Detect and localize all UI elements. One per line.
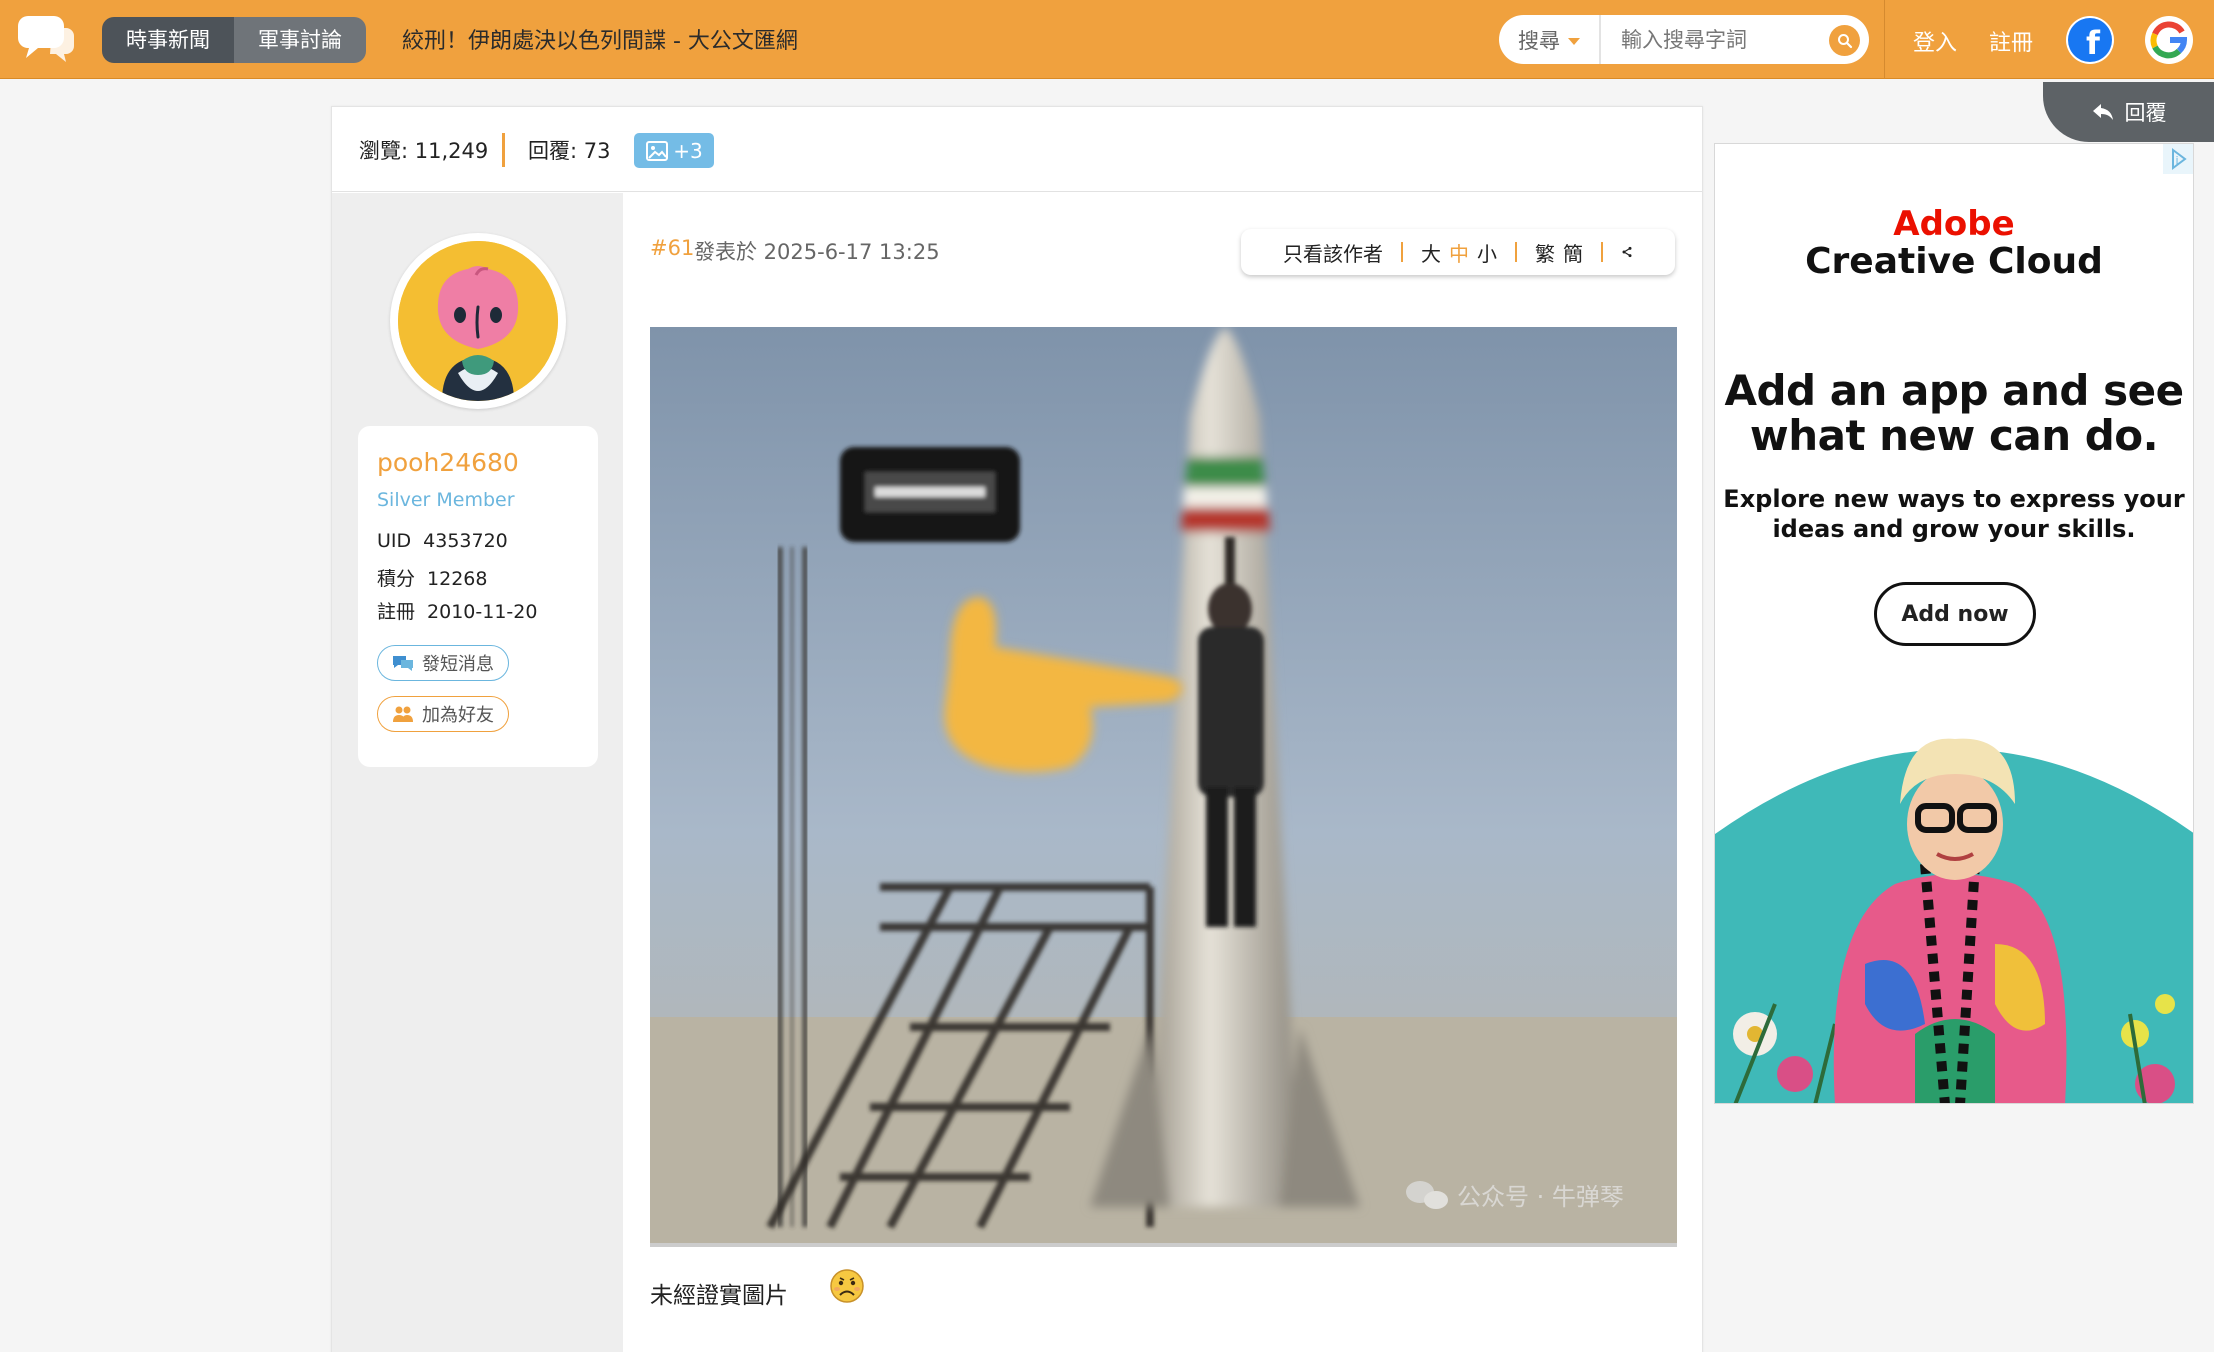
author-uid: UID 4353720 xyxy=(377,530,508,552)
image-icon xyxy=(646,140,669,161)
replies-stat: 回覆: 73 xyxy=(528,135,611,165)
reply-arrow-icon xyxy=(2092,104,2113,120)
traditional-chinese-button[interactable]: 繁 xyxy=(1531,238,1559,267)
views-stat: 瀏覽: 11,249 xyxy=(359,135,488,165)
google-icon xyxy=(2150,21,2188,59)
thread-card: 瀏覽: 11,249 回覆: 73 +3 pooh24680 Silver Me… xyxy=(331,106,1703,1352)
reply-label: 回覆 xyxy=(2124,101,2167,125)
author-points: 積分 12268 xyxy=(377,564,487,591)
post-body: #61 發表於 2025-6-17 13:25 只看該作者 大 中 小 繁 簡 xyxy=(623,193,1704,1352)
tab-military-discussion[interactable]: 軍事討論 xyxy=(234,17,366,63)
divider xyxy=(502,133,505,167)
message-icon xyxy=(393,656,413,671)
adchoices-icon[interactable]: i xyxy=(2163,144,2193,174)
post-number[interactable]: #61 xyxy=(650,236,694,260)
register-link[interactable]: 註冊 xyxy=(1989,25,2033,57)
uid-value: 4353720 xyxy=(423,530,508,552)
avatar[interactable] xyxy=(390,233,566,409)
replies-count: 73 xyxy=(583,139,611,163)
facebook-login-button[interactable]: f xyxy=(2066,16,2114,64)
views-label: 瀏覽: xyxy=(359,139,409,163)
post-toolbar: 只看該作者 大 中 小 繁 簡 xyxy=(1241,229,1675,275)
facebook-letter: f xyxy=(2086,24,2101,62)
send-message-button[interactable]: 發短消息 xyxy=(377,645,509,681)
post-date: 發表於 2025-6-17 13:25 xyxy=(694,240,940,264)
google-login-button[interactable] xyxy=(2145,16,2193,64)
thread-stats-bar: 瀏覽: 11,249 回覆: 73 +3 xyxy=(332,107,1702,192)
worried-face-emoji-icon xyxy=(830,1269,864,1303)
author-sidebar: pooh24680 Silver Member UID 4353720 積分 122… xyxy=(332,193,623,1352)
registered-value: 2010-11-20 xyxy=(427,601,538,623)
add-friend-label: 加為好友 xyxy=(422,705,494,726)
ad-headline-line2: what new can do. xyxy=(1749,411,2159,460)
font-size-small-button[interactable]: 小 xyxy=(1473,238,1501,267)
registered-label: 註冊 xyxy=(377,601,416,623)
share-icon[interactable] xyxy=(1617,242,1637,262)
divider xyxy=(1515,242,1517,262)
search-box: 搜尋 xyxy=(1499,15,1869,64)
divider xyxy=(1884,0,1885,79)
ad-body-line1: Explore new ways to express your xyxy=(1723,485,2185,513)
ad-product-name: Creative Cloud xyxy=(1805,241,2103,282)
author-profile-card: pooh24680 Silver Member UID 4353720 積分 122… xyxy=(358,426,598,767)
image-count-badge[interactable]: +3 xyxy=(634,133,714,168)
search-icon xyxy=(1837,33,1852,48)
image-count: +3 xyxy=(673,138,703,163)
simplified-chinese-button[interactable]: 簡 xyxy=(1559,238,1587,267)
search-scope-dropdown[interactable]: 搜尋 xyxy=(1499,15,1601,64)
chevron-down-icon xyxy=(1568,37,1580,45)
author-rank: Silver Member xyxy=(377,489,515,511)
send-message-label: 發短消息 xyxy=(422,654,494,675)
search-input[interactable] xyxy=(1621,27,1821,52)
views-count: 11,249 xyxy=(414,139,489,163)
ad-body-line2: ideas and grow your skills. xyxy=(1772,515,2136,543)
peach-character-icon xyxy=(398,241,558,401)
top-bar: 時事新聞 軍事討論 絞刑！伊朗處決以色列間諜 - 大公文匯網 搜尋 登入 註冊 … xyxy=(0,0,2214,79)
ad-cta-button[interactable]: Add now xyxy=(1874,582,2036,646)
svg-text:i: i xyxy=(2175,154,2178,167)
search-scope-label: 搜尋 xyxy=(1518,28,1560,53)
ad-headline-line1: Add an app and see xyxy=(1724,366,2184,415)
uid-label: UID xyxy=(377,530,412,552)
divider xyxy=(1401,242,1403,262)
font-size-medium-button[interactable]: 中 xyxy=(1445,238,1473,267)
users-icon xyxy=(393,706,413,722)
replies-label: 回覆: xyxy=(528,139,578,163)
post-caption: 未經證實圖片 xyxy=(650,1283,788,1309)
author-name[interactable]: pooh24680 xyxy=(377,448,519,477)
points-label: 積分 xyxy=(377,568,416,590)
points-value: 12268 xyxy=(427,568,488,590)
tab-current-news[interactable]: 時事新聞 xyxy=(102,17,234,63)
category-tabs: 時事新聞 軍事討論 xyxy=(102,17,366,63)
ad-person-image xyxy=(1715,738,2193,1103)
author-only-button[interactable]: 只看該作者 xyxy=(1279,238,1387,267)
divider xyxy=(1601,242,1603,262)
chat-bubble-logo-icon[interactable] xyxy=(18,14,74,64)
post-image[interactable]: 公众号 · 牛弹琴 xyxy=(650,327,1677,1247)
advertisement[interactable]: i Adobe Creative Cloud Add an app and se… xyxy=(1714,143,2194,1104)
page-title: 絞刑！伊朗處決以色列間諜 - 大公文匯網 xyxy=(402,29,798,54)
login-link[interactable]: 登入 xyxy=(1913,25,1957,57)
author-registered: 註冊 2010-11-20 xyxy=(377,597,537,624)
add-friend-button[interactable]: 加為好友 xyxy=(377,696,509,732)
search-button[interactable] xyxy=(1829,25,1860,56)
font-size-large-button[interactable]: 大 xyxy=(1417,238,1445,267)
ad-brand-name: Adobe xyxy=(1893,204,2015,244)
rocket-photo-image: 公众号 · 牛弹琴 xyxy=(650,327,1677,1243)
watermark-text: 公众号 · 牛弹琴 xyxy=(1457,1183,1624,1211)
reply-button[interactable]: 回覆 xyxy=(2043,82,2214,142)
avatar-image xyxy=(398,241,558,401)
facebook-icon: f xyxy=(2068,18,2112,62)
